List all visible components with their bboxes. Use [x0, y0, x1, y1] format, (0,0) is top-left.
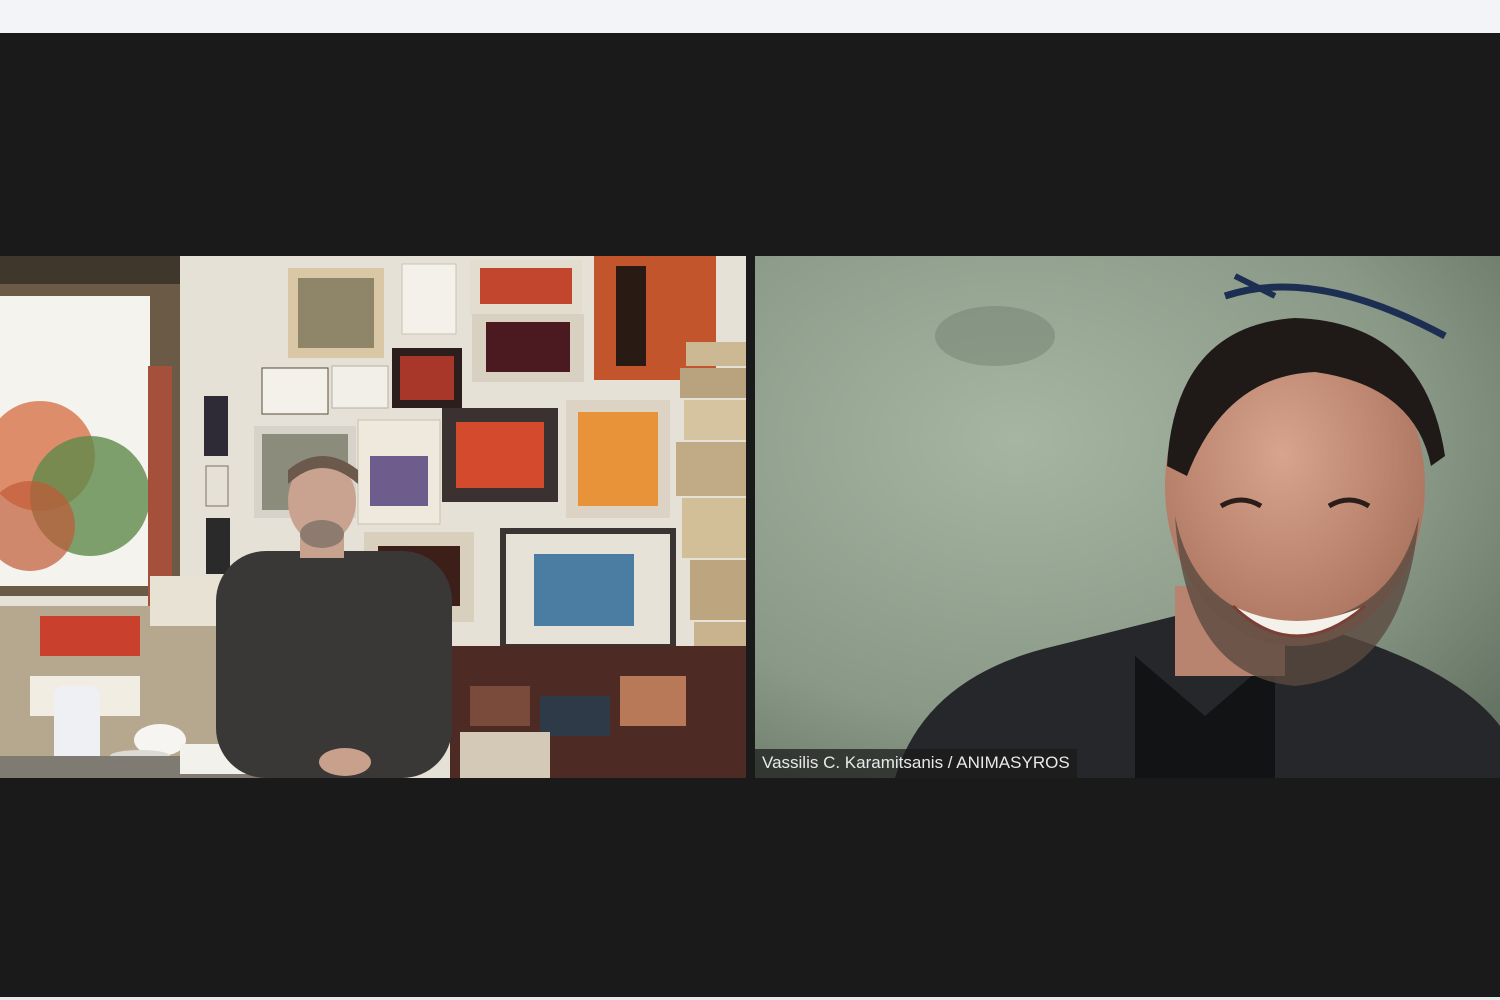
- participant-name-label: Vassilis C. Karamitsanis / ANIMASYROS: [755, 749, 1077, 778]
- participant-video-feed: [0, 256, 746, 778]
- participant-video-tile[interactable]: Vassilis C. Karamitsanis / ANIMASYROS: [755, 256, 1500, 778]
- participant-video-tile[interactable]: [0, 256, 746, 778]
- window-top-bar: [0, 0, 1500, 33]
- participant-video-feed: [755, 256, 1500, 778]
